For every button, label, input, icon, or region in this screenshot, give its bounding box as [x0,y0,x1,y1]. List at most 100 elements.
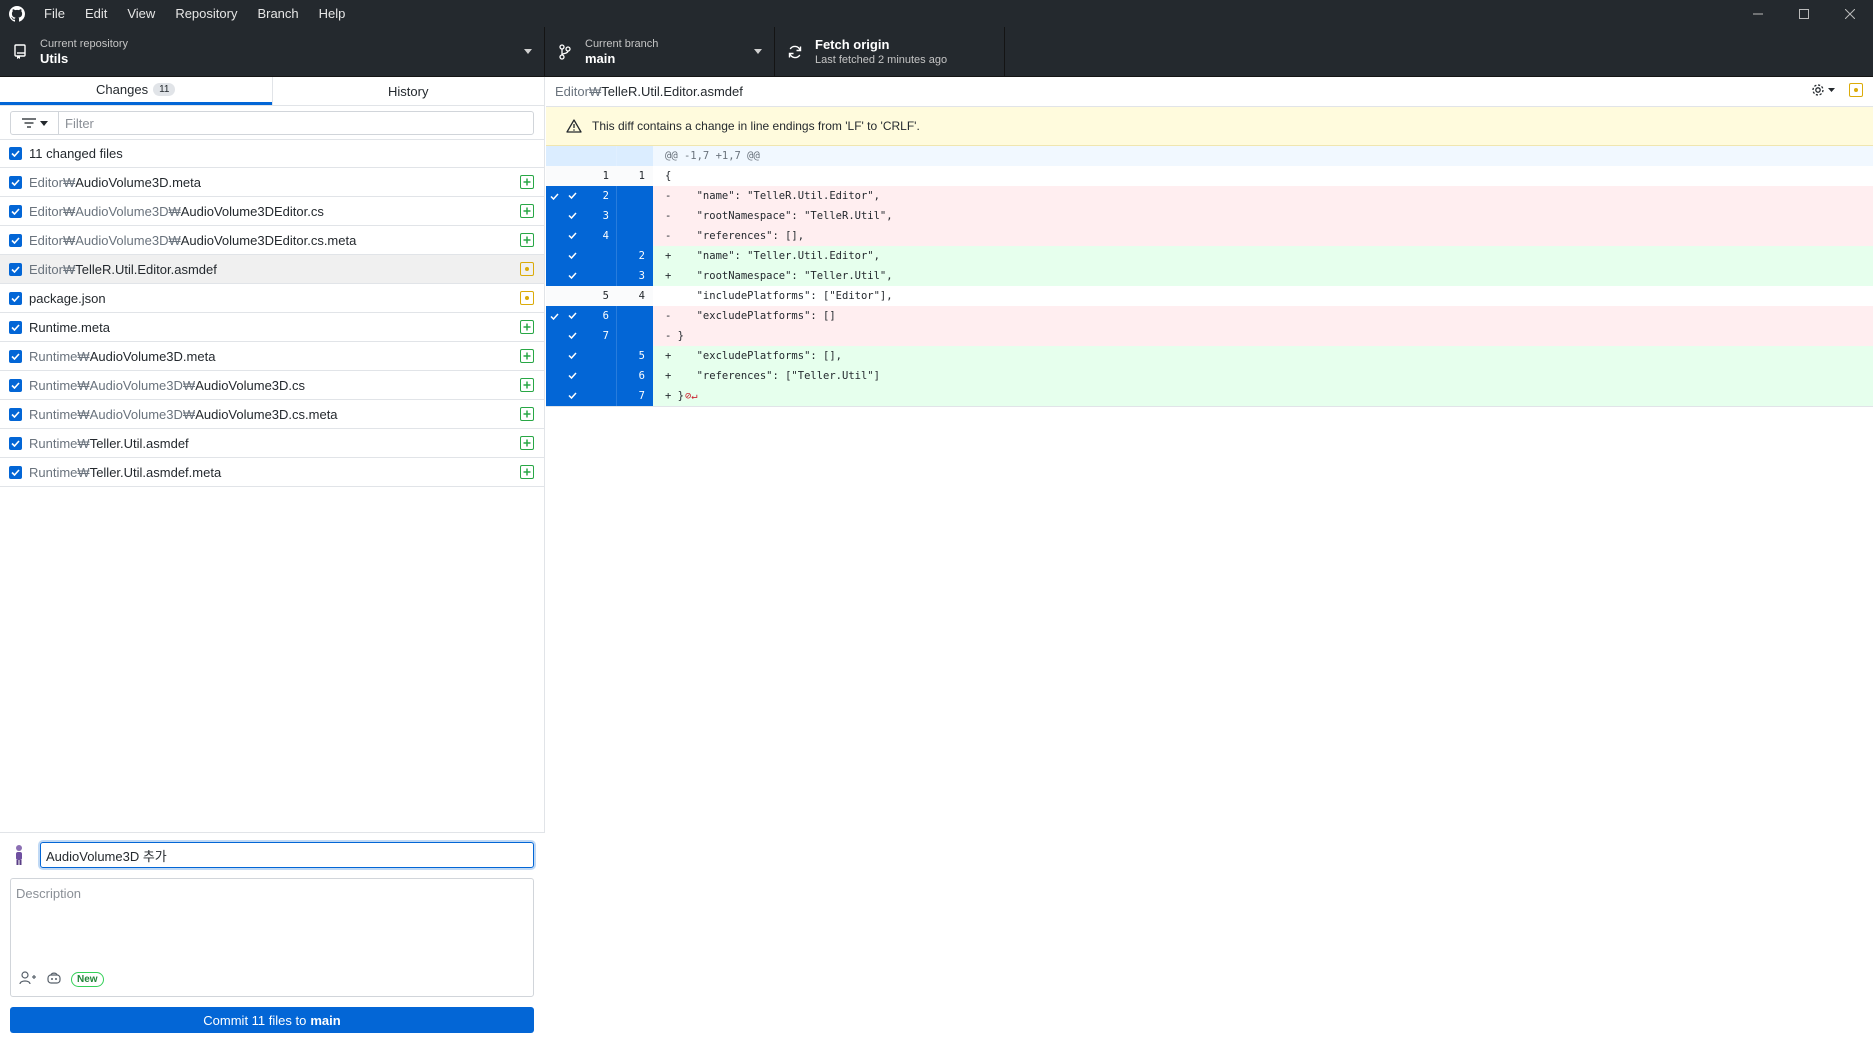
file-checkbox[interactable] [9,349,22,363]
file-row[interactable]: Editor₩AudioVolume3D.meta [0,168,544,197]
file-checkbox[interactable] [9,175,22,189]
line-select-gutter[interactable] [562,266,616,286]
file-row[interactable]: Editor₩TelleR.Util.Editor.asmdef [0,255,544,284]
menu-view[interactable]: View [117,0,165,27]
hunk-select-handle[interactable] [546,366,562,386]
diff-line-code: - } [653,326,1873,346]
file-checkbox[interactable] [9,233,22,247]
close-icon[interactable] [1827,0,1873,27]
file-checkbox[interactable] [9,204,22,218]
line-select-gutter[interactable]: 7 [562,326,616,346]
line-select-gutter[interactable] [562,246,616,266]
copilot-icon[interactable] [47,972,61,987]
diff-line-code: - "name": "TelleR.Util.Editor", [653,186,1873,206]
add-coauthor-icon[interactable] [19,971,37,988]
line-select-gutter[interactable]: 6 [562,306,616,326]
file-name: AudioVolume3DEditor.cs.meta [180,232,357,248]
line-select-gutter[interactable] [562,386,616,406]
check-icon [568,246,577,266]
diff-line[interactable]: 2 + "name": "Teller.Util.Editor", [546,246,1873,266]
diff-line[interactable]: 6 - "excludePlatforms": [] [546,306,1873,326]
tab-changes[interactable]: Changes 11 [0,77,272,105]
menu-branch[interactable]: Branch [247,0,308,27]
alert-icon [566,119,582,133]
file-dir: Runtime₩AudioVolume3D₩ [29,406,196,422]
diff-line[interactable]: 3 - "rootNamespace": "TelleR.Util", [546,206,1873,226]
old-line-number: 6 [602,310,609,322]
file-row[interactable]: Runtime₩Teller.Util.asmdef.meta [0,458,544,487]
file-dir: Runtime₩ [29,464,90,480]
hunk-select-handle[interactable] [546,386,562,406]
file-checkbox[interactable] [9,320,22,334]
menu-file[interactable]: File [34,0,75,27]
line-select-gutter[interactable]: 3 [562,206,616,226]
file-checkbox[interactable] [9,378,22,392]
sync-icon [785,42,805,62]
current-repository-button[interactable]: Current repository Utils [0,27,545,77]
file-row[interactable]: Runtime₩Teller.Util.asmdef [0,429,544,458]
hunk-select-handle[interactable] [546,266,562,286]
file-dir: Editor₩ [29,261,76,277]
file-row[interactable]: Editor₩AudioVolume3D₩AudioVolume3DEditor… [0,197,544,226]
filter-options-button[interactable] [11,112,59,134]
line-select-gutter[interactable]: 4 [562,226,616,246]
hunk-select-handle[interactable] [546,346,562,366]
diff-line[interactable]: 7 + }⊘↵ [546,386,1873,406]
no-newline-icon: ⊘↵ [684,390,698,402]
menu-bar: File Edit View Repository Branch Help [34,0,355,27]
file-dir: Editor₩ [29,174,76,190]
old-line-number: 4 [602,230,609,242]
diff-file-dir: Editor₩ [555,84,602,99]
line-select-gutter[interactable]: 2 [562,186,616,206]
file-row[interactable]: Runtime₩AudioVolume3D₩AudioVolume3D.cs.m… [0,400,544,429]
diff-line[interactable]: 4 - "references": [], [546,226,1873,246]
commit-description-field[interactable]: Description New [10,878,534,997]
file-checkbox[interactable] [9,436,22,450]
hunk-select-handle[interactable] [546,306,562,326]
select-all-checkbox[interactable] [9,147,22,160]
commit-button[interactable]: Commit 11 files to main [10,1007,534,1033]
diff-line[interactable]: 6 + "references": ["Teller.Util"] [546,366,1873,386]
menu-repository[interactable]: Repository [165,0,247,27]
current-branch-button[interactable]: Current branch main [545,27,775,77]
file-row[interactable]: Editor₩AudioVolume3D₩AudioVolume3DEditor… [0,226,544,255]
diff-line[interactable]: 7 - } [546,326,1873,346]
diff-line[interactable]: 3 + "rootNamespace": "Teller.Util", [546,266,1873,286]
hunk-select-handle[interactable] [546,186,562,206]
maximize-icon[interactable] [1781,0,1827,27]
hunk-select-handle[interactable] [546,206,562,226]
file-checkbox[interactable] [9,465,22,479]
file-checkbox[interactable] [9,262,22,276]
file-row[interactable]: Runtime₩AudioVolume3D₩AudioVolume3D.cs [0,371,544,400]
check-icon [568,226,577,246]
hunk-select-handle[interactable] [546,246,562,266]
hunk-select-handle[interactable] [546,226,562,246]
file-checkbox[interactable] [9,407,22,421]
file-added-icon [520,320,534,334]
diff-line-code: "includePlatforms": ["Editor"], [653,286,1873,306]
new-line-number: 1 [616,166,653,186]
gear-icon[interactable] [1811,83,1835,97]
diff-line[interactable]: 2 - "name": "TelleR.Util.Editor", [546,186,1873,206]
fetch-origin-button[interactable]: Fetch origin Last fetched 2 minutes ago [775,27,1005,77]
file-row[interactable]: Runtime.meta [0,313,544,342]
filter-input[interactable] [59,112,533,134]
commit-summary-input[interactable]: AudioVolume3D 추가 [40,842,534,868]
file-checkbox[interactable] [9,291,22,305]
check-icon [568,206,577,226]
new-line-number: 4 [616,286,653,306]
branch-name: main [585,51,616,66]
line-select-gutter[interactable] [562,366,616,386]
line-select-gutter[interactable] [562,346,616,366]
minimize-icon[interactable] [1735,0,1781,27]
file-path: Editor₩AudioVolume3D₩AudioVolume3DEditor… [29,204,324,219]
menu-help[interactable]: Help [309,0,356,27]
file-row[interactable]: Runtime₩AudioVolume3D.meta [0,342,544,371]
tab-history[interactable]: History [271,77,545,105]
hunk-select-handle[interactable] [546,326,562,346]
check-icon [568,366,577,386]
diff-line[interactable]: 5 + "excludePlatforms": [], [546,346,1873,366]
menu-edit[interactable]: Edit [75,0,117,27]
summary-row: AudioVolume3D 추가 [10,842,534,868]
file-row[interactable]: package.json [0,284,544,313]
